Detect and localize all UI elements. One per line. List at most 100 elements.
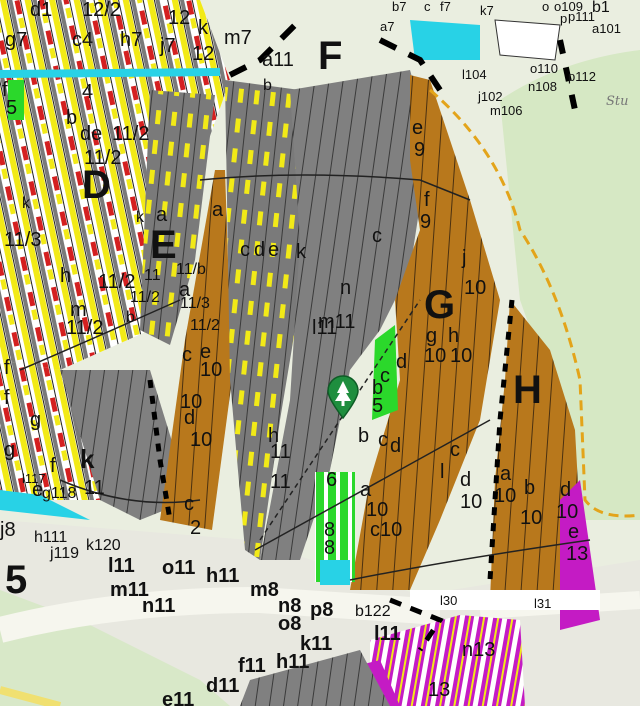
- stand-label: c: [240, 239, 250, 261]
- stand-label: o110: [530, 61, 558, 76]
- stand-label: 11/3: [180, 295, 210, 312]
- stand-label: c: [424, 0, 431, 14]
- stand-label: n13: [462, 639, 496, 661]
- stand-label: 11/2: [130, 289, 160, 306]
- stand-label: k: [296, 241, 306, 263]
- stand-label: n11: [142, 595, 176, 617]
- stand-label: m8: [250, 579, 279, 601]
- stand-label: j8: [0, 519, 16, 541]
- forest-map[interactable]: D E F G H 5 Stu d1 12/2 12 g7 c4 h7 j7 k…: [0, 0, 640, 706]
- stand-label: 11: [144, 267, 161, 284]
- stand-label: n: [340, 277, 352, 299]
- stand-label: d: [560, 479, 572, 501]
- stand-label: k120: [86, 537, 121, 554]
- compartment-F: F: [318, 34, 343, 78]
- stand-label: j119: [50, 545, 80, 562]
- stand-label: c: [184, 493, 194, 515]
- stand-label: 10: [200, 359, 223, 381]
- stand-label: h111: [34, 529, 68, 546]
- stand-label: 11: [84, 477, 105, 499]
- stand-label: 5: [372, 395, 384, 417]
- stand-label: d: [390, 435, 402, 457]
- stand-label: k: [22, 195, 30, 212]
- stand-label: l104: [462, 67, 487, 82]
- patch-cyan-north[interactable]: [410, 20, 480, 60]
- stand-label: b: [524, 477, 536, 499]
- stand-label: e: [268, 239, 280, 261]
- stand-label: f7: [440, 0, 451, 14]
- stand-label: 13: [428, 679, 451, 701]
- stand-label: g7: [5, 29, 28, 51]
- stand-label: h: [448, 325, 460, 347]
- compartment-D: D: [82, 163, 111, 207]
- stand-label: 13: [566, 543, 589, 565]
- stand-label: 4: [82, 81, 94, 103]
- stand-label: c4: [72, 29, 94, 51]
- stand-label: k: [136, 209, 144, 226]
- stand-label: c: [378, 429, 388, 451]
- stand-label: k7: [480, 3, 494, 18]
- stand-label: l11: [312, 317, 338, 339]
- stand-label: o11: [162, 557, 196, 579]
- stand-label: a7: [380, 19, 395, 34]
- stand-label: e: [412, 117, 424, 139]
- stand-label: g118: [42, 485, 77, 502]
- stand-label: 10: [424, 345, 447, 367]
- map-pin-tree-icon[interactable]: [326, 375, 360, 419]
- stand-label: 2: [190, 517, 202, 539]
- stand-label: 10: [494, 485, 517, 507]
- stand-label: a101: [592, 21, 621, 36]
- patch-cyan-south[interactable]: [320, 560, 350, 585]
- stand-label: h11: [276, 651, 310, 673]
- stand-label: g: [426, 325, 438, 347]
- stand-label: f11: [238, 655, 266, 677]
- stand-white-ne[interactable]: [494, 19, 561, 61]
- stand-label: 11/2: [66, 317, 104, 339]
- stand-label: f: [424, 189, 430, 211]
- stand-label: m7: [224, 27, 252, 49]
- stand-label: 11/3: [4, 229, 42, 251]
- stand-label: j7: [160, 35, 176, 57]
- stand-label: c10: [370, 519, 403, 541]
- stand-label: o8: [278, 613, 302, 635]
- stand-label: h: [60, 265, 72, 287]
- stand-label: l11: [374, 623, 401, 645]
- stand-label: j: [462, 247, 467, 269]
- stand-label: 11: [270, 471, 291, 493]
- stand-label: b: [358, 425, 370, 447]
- stand-label: b7: [392, 0, 407, 14]
- stand-label: c: [450, 439, 460, 461]
- stand-label: a: [212, 199, 224, 221]
- stand-label: k: [198, 17, 208, 39]
- stand-label: p8: [310, 599, 334, 621]
- stand-label: d11: [206, 675, 240, 697]
- stand-label: a: [500, 463, 512, 485]
- stand-label: l117: [22, 471, 46, 486]
- stand-label: a: [360, 479, 372, 501]
- stand-label: k: [80, 444, 95, 474]
- stand-label: d: [254, 239, 266, 261]
- stand-label: d: [184, 407, 196, 429]
- stand-label: m106: [490, 103, 523, 118]
- stand-label: h11: [206, 565, 240, 587]
- stand-label: e11: [162, 689, 195, 706]
- strip-white-south: [410, 590, 600, 610]
- stand-label: g: [4, 439, 16, 461]
- stand-label: c: [372, 225, 382, 247]
- stand-label: l31: [534, 596, 552, 611]
- stand-label: a: [156, 204, 168, 226]
- stand-label: n108: [528, 79, 557, 94]
- stand-label: d1: [30, 0, 53, 21]
- stand-label: 10: [556, 501, 579, 523]
- stand-label: 10: [190, 429, 213, 451]
- stand-label: b: [126, 309, 135, 326]
- compartment-G: G: [424, 283, 456, 327]
- stand-label: b: [66, 107, 78, 129]
- stand-label: d: [396, 351, 408, 373]
- stand-label: m: [70, 299, 87, 321]
- stand-label: o: [542, 0, 550, 14]
- stand-label: 9: [414, 139, 426, 161]
- stand-label: l30: [440, 593, 458, 608]
- place-name: Stu: [606, 94, 629, 109]
- stand-label: 10: [460, 491, 483, 513]
